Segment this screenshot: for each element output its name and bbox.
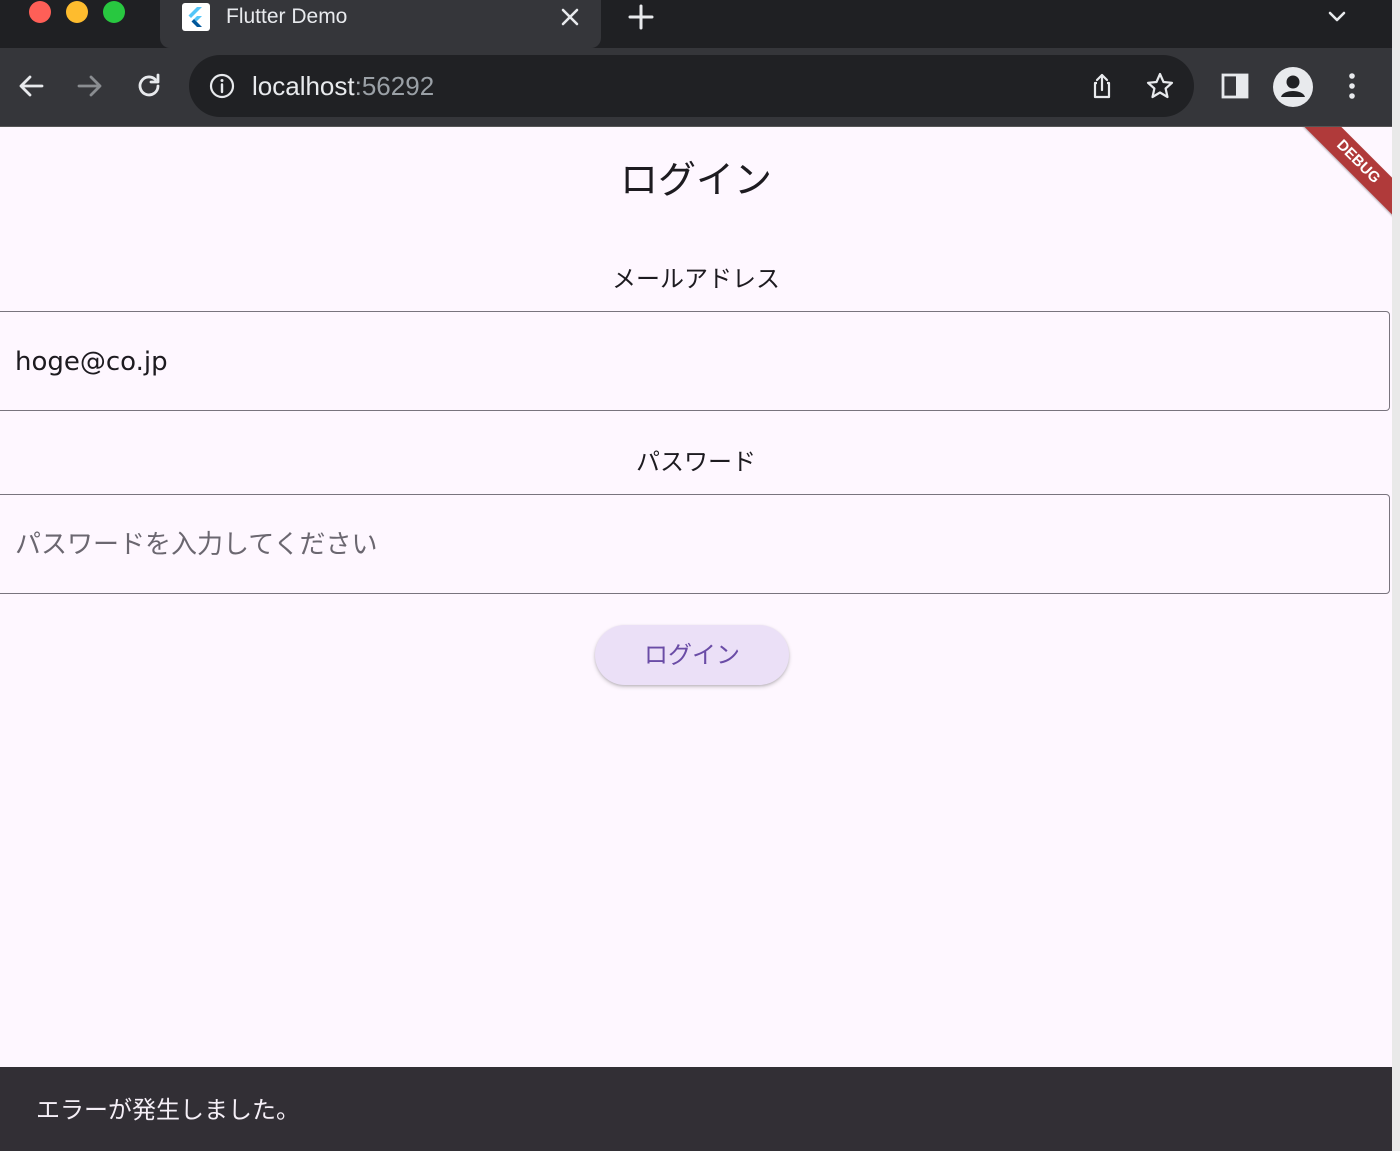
- tab-flutter-demo[interactable]: Flutter Demo: [160, 0, 601, 48]
- email-value: hoge@co.jp: [15, 347, 168, 377]
- star-icon[interactable]: [1145, 71, 1175, 101]
- close-icon[interactable]: [558, 5, 582, 29]
- email-field[interactable]: hoge@co.jp: [0, 311, 1390, 411]
- page-title: ログイン: [619, 158, 772, 202]
- password-label: パスワード: [636, 448, 756, 476]
- url-port: :56292: [354, 71, 435, 101]
- flutter-login-page: ログイン メールアドレス hoge@co.jp パスワード パスワードを入力して…: [0, 127, 1392, 1067]
- tab-strip: Flutter Demo: [0, 0, 1392, 48]
- url-text: localhost:56292: [252, 71, 434, 101]
- side-panel-icon[interactable]: [1219, 70, 1251, 102]
- tab-title: Flutter Demo: [226, 5, 348, 28]
- browser-window: Flutter Demo localhost:56292 ログイン メールアドレ…: [0, 0, 1392, 1151]
- share-icon[interactable]: [1087, 71, 1117, 101]
- error-snackbar: エラーが発生しました。: [0, 1067, 1392, 1151]
- profile-icon[interactable]: [1272, 66, 1314, 108]
- maximize-window-button[interactable]: [103, 1, 125, 23]
- password-field[interactable]: パスワードを入力してください: [0, 494, 1390, 594]
- back-icon[interactable]: [15, 70, 47, 102]
- forward-icon[interactable]: [74, 70, 106, 102]
- email-label: メールアドレス: [612, 265, 780, 293]
- close-window-button[interactable]: [29, 1, 51, 23]
- password-placeholder: パスワードを入力してください: [15, 530, 378, 560]
- reload-icon[interactable]: [133, 70, 165, 102]
- chevron-down-icon[interactable]: [1325, 5, 1349, 29]
- more-icon[interactable]: [1336, 70, 1368, 102]
- info-icon[interactable]: [208, 72, 236, 100]
- desktop-edge: [1392, 0, 1400, 1151]
- address-bar[interactable]: localhost:56292: [189, 55, 1194, 117]
- browser-toolbar: localhost:56292: [0, 48, 1392, 127]
- snackbar-message: エラーが発生しました。: [36, 1096, 300, 1124]
- flutter-logo-icon: [182, 3, 210, 31]
- login-button[interactable]: ログイン: [595, 625, 789, 685]
- plus-icon[interactable]: [627, 3, 655, 31]
- url-host: localhost: [252, 71, 355, 101]
- minimize-window-button[interactable]: [66, 1, 88, 23]
